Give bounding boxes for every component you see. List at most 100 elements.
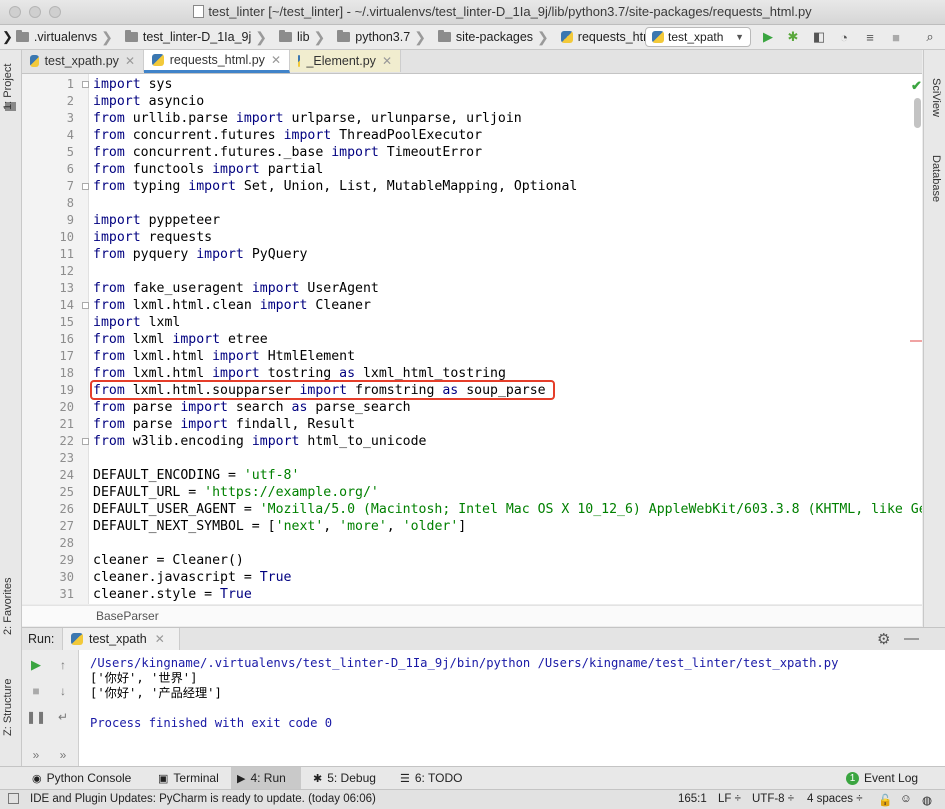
tab-test-xpath[interactable]: test_xpath.py ✕ — [22, 50, 144, 72]
code-line[interactable]: from concurrent.futures._base import Tim… — [93, 144, 482, 161]
breadcrumb-item[interactable]: site-packages ❯ — [435, 29, 558, 46]
more-icon[interactable]: » — [54, 746, 72, 764]
code-line[interactable]: DEFAULT_ENCODING = 'utf-8' — [93, 467, 299, 484]
scroll-up-icon[interactable]: ↑ — [54, 656, 72, 674]
code-string: 'next' — [275, 519, 324, 534]
run-configuration-selector[interactable]: test_xpath ▼ — [645, 27, 751, 47]
code-text: lxml.html.clean — [124, 298, 260, 313]
error-stripe-mark[interactable] — [910, 340, 922, 342]
search-icon[interactable]: ⌕ — [922, 29, 938, 45]
code-line[interactable]: from typing import Set, Union, List, Mut… — [93, 178, 577, 195]
code-line[interactable]: from lxml.html.clean import Cleaner — [93, 297, 371, 314]
run-panel-toolbar: ▶ ↑ ■ ↓ ❚❚ ↵ » » — [22, 650, 79, 766]
lock-icon[interactable]: 🔓 — [878, 793, 892, 807]
code-line[interactable]: import pyppeteer — [93, 212, 220, 229]
editor-scrollbar[interactable] — [914, 98, 921, 128]
soft-wrap-icon[interactable]: ↵ — [54, 708, 72, 726]
file-encoding[interactable]: UTF-8 ÷ — [752, 793, 794, 805]
code-editor[interactable]: 1 2 3 4 5 6 7 8 9 10 11 12 13 14 15 16 17 18 19 20 21 22 23 24 2… — [22, 74, 922, 604]
event-log-button[interactable]: 1 Event Log — [840, 767, 924, 789]
sciview-tool-button[interactable]: SciView — [930, 78, 942, 117]
fold-marker-icon[interactable] — [82, 183, 89, 190]
fold-marker-icon[interactable] — [82, 438, 89, 445]
code-keyword: from — [93, 145, 125, 160]
code-line[interactable]: from pyquery import PyQuery — [93, 246, 307, 263]
stop-icon[interactable]: ■ — [27, 682, 45, 700]
line-number: 7 — [66, 179, 74, 193]
status-message[interactable]: IDE and Plugin Updates: PyCharm is ready… — [30, 793, 376, 805]
code-line[interactable]: from lxml import etree — [93, 331, 268, 348]
hide-panel-icon[interactable]: — — [904, 630, 919, 647]
line-number: 18 — [59, 366, 74, 380]
event-icon[interactable]: ◍ — [922, 793, 932, 807]
code-line[interactable]: from fake_useragent import UserAgent — [93, 280, 379, 297]
breadcrumb-item[interactable]: lib ❯ — [276, 29, 334, 46]
fold-marker-icon[interactable] — [82, 81, 89, 88]
favorites-tool-button[interactable]: 2: Favorites — [2, 578, 14, 635]
tab-requests-html[interactable]: requests_html.py ✕ — [144, 50, 290, 73]
profile-icon[interactable]: ◔ — [836, 29, 852, 45]
breadcrumb-class[interactable]: BaseParser — [96, 609, 159, 623]
breadcrumb-item[interactable]: .virtualenvs ❯ — [13, 29, 122, 46]
close-icon[interactable]: ✕ — [271, 53, 281, 67]
debug-tool-button[interactable]: ✱ 5: Debug — [307, 767, 382, 789]
editor-tabs: test_xpath.py ✕ requests_html.py ✕ _Elem… — [22, 50, 922, 74]
structure-tool-button[interactable]: Z: Structure — [2, 679, 14, 736]
code-string: 'https://example.org/' — [204, 485, 379, 500]
code-line[interactable]: import sys — [93, 76, 172, 93]
close-icon[interactable]: ✕ — [155, 632, 165, 646]
status-icon[interactable] — [8, 793, 19, 804]
code-line[interactable]: from parse import search as parse_search — [93, 399, 411, 416]
run-console-output[interactable]: /Users/kingname/.virtualenvs/test_linter… — [79, 650, 945, 766]
breadcrumb-item[interactable]: test_linter-D_1Ia_9j ❯ — [122, 29, 276, 46]
close-icon[interactable]: ✕ — [382, 54, 392, 68]
todo-tool-button[interactable]: ☰ 6: TODO — [394, 767, 468, 789]
code-line[interactable]: from w3lib.encoding import html_to_unico… — [93, 433, 427, 450]
run-concurrency-icon[interactable]: ≡ — [862, 29, 878, 45]
close-icon[interactable]: ✕ — [125, 54, 135, 68]
python-icon — [30, 55, 39, 67]
code-line[interactable]: cleaner = Cleaner() — [93, 552, 244, 569]
code-line[interactable]: cleaner.javascript = True — [93, 569, 292, 586]
code-line[interactable]: from parse import findall, Result — [93, 416, 355, 433]
run-tool-button[interactable]: ▶ 4: Run — [231, 767, 301, 789]
database-tool-button[interactable]: Database — [930, 155, 942, 202]
gear-icon[interactable]: ⚙ — [877, 630, 890, 648]
coverage-icon[interactable]: ◧ — [811, 29, 827, 45]
pause-icon[interactable]: ❚❚ — [26, 708, 46, 726]
tab-element[interactable]: _Element.py ✕ — [290, 50, 401, 72]
fold-marker-icon[interactable] — [82, 302, 89, 309]
project-tool-button[interactable]: 1: Project — [2, 64, 14, 110]
line-separator[interactable]: LF ÷ — [718, 793, 741, 805]
code-text: typing — [124, 179, 189, 194]
run-icon[interactable]: ▶ — [760, 29, 776, 45]
debug-icon: ✱ — [313, 772, 323, 785]
code-line[interactable]: from concurrent.futures import ThreadPoo… — [93, 127, 482, 144]
more-icon[interactable]: » — [27, 746, 45, 764]
code-line[interactable]: from lxml.html import HtmlElement — [93, 348, 355, 365]
breadcrumb-item[interactable]: python3.7 ❯ — [334, 29, 435, 46]
code-text: etree — [220, 332, 268, 347]
code-line[interactable]: from functools import partial — [93, 161, 323, 178]
inspector-icon[interactable]: ☺ — [900, 793, 912, 805]
indent-setting[interactable]: 4 spaces ÷ — [807, 793, 863, 805]
run-tab-test-xpath[interactable]: test_xpath ✕ — [62, 628, 180, 650]
stop-icon[interactable]: ■ — [888, 29, 904, 45]
terminal-button[interactable]: ▣ Terminal — [152, 767, 225, 789]
scroll-down-icon[interactable]: ↓ — [54, 682, 72, 700]
rerun-icon[interactable]: ▶ — [27, 656, 45, 674]
code-text: Set, Union, List, MutableMapping, Option… — [235, 179, 578, 194]
python-console-button[interactable]: ◉ Python Console — [26, 767, 137, 789]
code-line[interactable]: import asyncio — [93, 93, 204, 110]
python-icon — [652, 31, 664, 43]
code-line[interactable]: import requests — [93, 229, 212, 246]
code-line[interactable]: import lxml — [93, 314, 180, 331]
code-line[interactable]: DEFAULT_USER_AGENT = 'Mozilla/5.0 (Macin… — [93, 501, 922, 518]
tool-label: Event Log — [864, 771, 919, 785]
code-line[interactable]: DEFAULT_URL = 'https://example.org/' — [93, 484, 379, 501]
code-line[interactable]: cleaner.style = True — [93, 586, 252, 603]
debug-icon[interactable]: ✱ — [785, 29, 801, 45]
code-line[interactable]: DEFAULT_NEXT_SYMBOL = ['next', 'more', '… — [93, 518, 466, 535]
code-line[interactable]: from urllib.parse import urlparse, urlun… — [93, 110, 522, 127]
caret-position[interactable]: 165:1 — [678, 793, 707, 805]
